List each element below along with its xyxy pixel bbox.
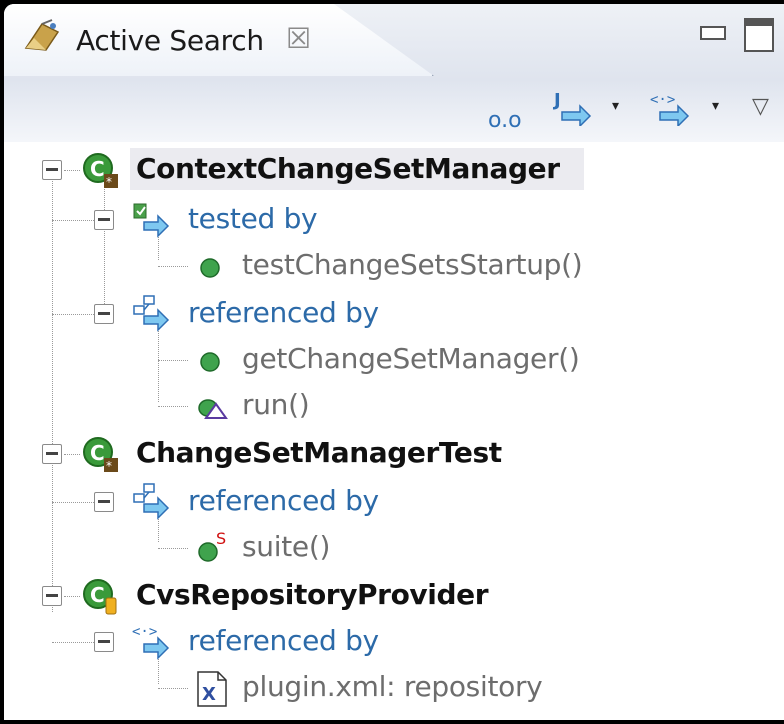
collapse-toggle-icon[interactable]	[94, 492, 114, 512]
member-label: plugin.xml: repository	[242, 670, 543, 703]
view-title: Active Search	[76, 24, 264, 57]
svg-text:S: S	[216, 529, 226, 548]
svg-text:*: *	[106, 459, 112, 473]
relation-label: referenced by	[188, 624, 379, 657]
view-menu-icon[interactable]: ▽	[752, 94, 769, 119]
class-label: ChangeSetManagerTest	[136, 436, 502, 469]
public-method-icon	[200, 352, 220, 372]
collapse-toggle-icon[interactable]	[42, 444, 62, 464]
tree-row-class[interactable]: C * ChangeSetManagerTest	[4, 430, 784, 476]
svg-text:<·>: <·>	[650, 92, 675, 108]
close-icon[interactable]: ☒	[286, 22, 311, 55]
tree-row-member[interactable]: getChangeSetManager()	[4, 336, 784, 382]
tree-row-relation[interactable]: referenced by	[4, 478, 784, 524]
class-label: CvsRepositoryProvider	[136, 578, 489, 611]
xml-reference-relation-icon: <·>	[132, 624, 170, 660]
active-search-icon	[24, 19, 60, 51]
svg-text:X: X	[202, 684, 216, 705]
test-relation-icon	[133, 203, 170, 238]
tree-row-member[interactable]: X plugin.xml: repository	[4, 664, 784, 710]
svg-text:C: C	[90, 157, 105, 181]
svg-text:C: C	[90, 441, 105, 465]
default-method-icon	[198, 399, 228, 419]
tab-active-search[interactable]: Active Search ☒	[4, 4, 434, 76]
svg-text:J: J	[552, 90, 561, 111]
tree-row-member[interactable]: S suite()	[4, 524, 784, 570]
class-icon: C	[83, 579, 117, 615]
collapse-toggle-icon[interactable]	[42, 160, 62, 180]
member-label: getChangeSetManager()	[242, 342, 580, 375]
view-toolbar: o.o J ▾ <·> ▾ ▽	[4, 80, 784, 142]
tree-row-class[interactable]: C * ContextChangeSetManager	[4, 146, 784, 192]
static-method-icon: S	[198, 529, 226, 562]
member-label: testChangeSetsStartup()	[242, 248, 583, 281]
tree-row-member[interactable]: run()	[4, 382, 784, 428]
tree-row-relation[interactable]: referenced by	[4, 290, 784, 336]
java-search-icon[interactable]: J	[552, 90, 594, 126]
active-search-view: Active Search ☒ o.o J ▾ <·> ▾ ▽ C * Cont…	[4, 4, 784, 720]
screenshot-frame: Active Search ☒ o.o J ▾ <·> ▾ ▽ C * Cont…	[0, 0, 784, 724]
view-tab-strip: Active Search ☒	[4, 4, 784, 80]
minimize-button[interactable]	[700, 26, 726, 40]
reference-relation-icon	[133, 483, 170, 520]
reference-search-icon[interactable]: <·>	[648, 90, 696, 126]
collapse-toggle-icon[interactable]	[94, 210, 114, 230]
relation-label: referenced by	[188, 296, 379, 329]
tree-row-class[interactable]: C CvsRepositoryProvider	[4, 572, 784, 618]
collapse-toggle-icon[interactable]	[94, 304, 114, 324]
reference-search-dropdown-icon[interactable]: ▾	[712, 98, 719, 114]
tree-row-member[interactable]: testChangeSetsStartup()	[4, 242, 784, 288]
xml-file-icon: X	[197, 671, 227, 707]
collapse-toggle-icon[interactable]	[42, 586, 62, 606]
class-icon: C *	[83, 437, 118, 473]
svg-text:C: C	[90, 583, 105, 607]
svg-text:<·>: <·>	[132, 624, 157, 640]
class-label: ContextChangeSetManager	[136, 152, 560, 185]
member-label: suite()	[242, 530, 331, 563]
reference-relation-icon	[133, 295, 170, 332]
relation-label: referenced by	[188, 484, 379, 517]
public-method-icon	[200, 258, 220, 278]
tree-row-relation[interactable]: <·> referenced by	[4, 618, 784, 664]
active-search-tree: C * ContextChangeSetManager tested by te…	[4, 142, 784, 720]
member-label: run()	[242, 388, 310, 421]
maximize-button[interactable]	[744, 18, 774, 52]
collapse-toggle-icon[interactable]	[94, 632, 114, 652]
link-with-editor-icon[interactable]: o.o	[488, 108, 522, 133]
tree-row-relation[interactable]: tested by	[4, 196, 784, 242]
class-icon: C *	[83, 153, 118, 189]
svg-text:*: *	[106, 175, 112, 189]
java-search-dropdown-icon[interactable]: ▾	[612, 98, 619, 114]
relation-label: tested by	[188, 202, 318, 235]
